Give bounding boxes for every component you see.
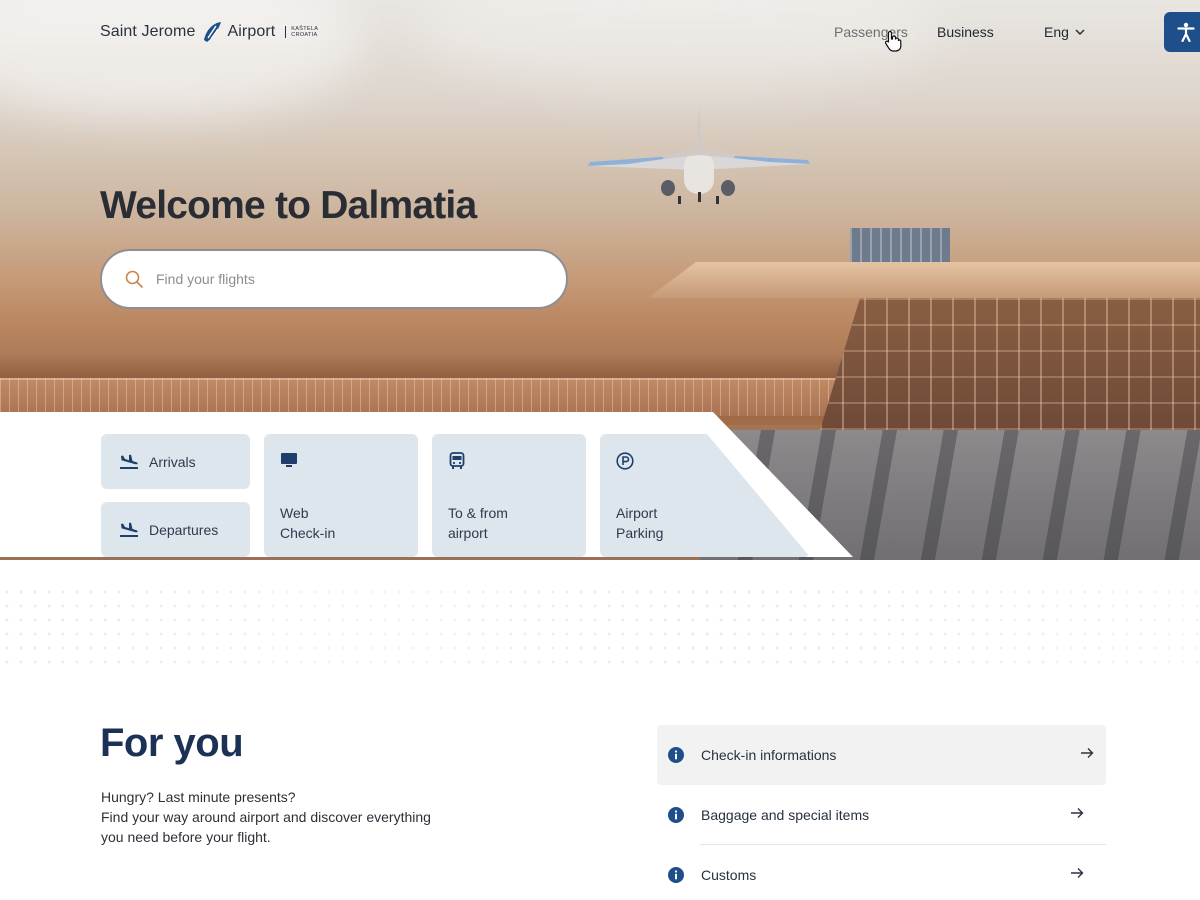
link-label: Baggage and special items [701, 807, 870, 823]
link-baggage-and-special-items[interactable]: Baggage and special items [657, 785, 1106, 845]
info-icon [668, 747, 684, 763]
airport-fence [0, 378, 900, 416]
to-from-airport-label-line1: To & from [448, 505, 508, 521]
sky-cloud [420, 0, 940, 90]
terminal-building [820, 298, 1200, 430]
plane-arrival-icon [120, 454, 138, 469]
to-from-airport-button[interactable]: To & from airport [432, 434, 586, 557]
arrivals-label: Arrivals [149, 453, 196, 470]
search-icon [125, 270, 143, 288]
logo-subtitle: KAŠTELA CROATIA [285, 26, 318, 38]
logo-emblem-icon [204, 22, 222, 42]
accessibility-button[interactable] [1164, 12, 1200, 52]
link-check-in-informations[interactable]: Check-in informations [657, 725, 1106, 785]
parking-icon [616, 452, 634, 470]
link-label: Customs [701, 867, 757, 883]
web-checkin-button[interactable]: Web Check-in [264, 434, 418, 557]
sky-cloud [0, 0, 360, 120]
airport-parking-label-line2: Parking [616, 525, 664, 541]
chevron-down-icon [1075, 29, 1085, 35]
search-input[interactable] [156, 271, 536, 287]
flight-search-box[interactable] [100, 249, 568, 309]
arrow-right-icon [1071, 868, 1084, 878]
nav-business[interactable]: Business [937, 24, 994, 40]
for-you-text-line: you need before your flight. [101, 829, 271, 845]
accessibility-icon [1177, 22, 1195, 42]
for-you-links-list: Check-in informations Baggage and specia… [657, 725, 1106, 900]
terminal-roof [648, 262, 1200, 298]
bus-icon [449, 452, 465, 469]
for-you-title: For you [100, 721, 244, 765]
for-you-description: Hungry? Last minute presents? Find your … [101, 787, 461, 847]
to-from-airport-label-line2: airport [448, 525, 488, 541]
airplane-image [588, 106, 810, 204]
arrivals-button[interactable]: Arrivals [101, 434, 250, 489]
web-checkin-label: Web Check-in [280, 503, 335, 543]
arrow-right-icon [1071, 808, 1084, 818]
arrow-right-icon [1081, 748, 1094, 758]
language-label: Eng [1044, 24, 1069, 40]
logo-sub-line2: CROATIA [291, 32, 318, 38]
plane-departure-icon [120, 522, 138, 537]
hero-title: Welcome to Dalmatia [100, 184, 477, 227]
web-checkin-label-line1: Web [280, 505, 309, 521]
link-customs[interactable]: Customs [657, 845, 1106, 900]
airport-parking-label-line1: Airport [616, 505, 658, 521]
logo-name-left: Saint Jerome [100, 23, 196, 40]
to-from-airport-label: To & from airport [448, 503, 508, 543]
logo-name-right: Airport [227, 23, 276, 40]
web-checkin-label-line2: Check-in [280, 525, 336, 541]
info-icon [668, 807, 684, 823]
dot-pattern-divider [0, 585, 1200, 670]
for-you-text-line: Find your way around airport and discove… [101, 809, 431, 825]
hand-cursor-icon [884, 30, 902, 52]
monitor-icon [281, 453, 297, 467]
airport-parking-label: Airport Parking [616, 503, 663, 543]
departures-button[interactable]: Departures [101, 502, 250, 557]
link-label: Check-in informations [701, 747, 837, 763]
for-you-text-line: Hungry? Last minute presents? [101, 789, 296, 805]
info-icon [668, 867, 684, 883]
airport-logo[interactable]: Saint Jerome Airport KAŠTELA CROATIA [100, 20, 318, 44]
language-selector[interactable]: Eng [1044, 24, 1085, 40]
departures-label: Departures [149, 521, 219, 538]
